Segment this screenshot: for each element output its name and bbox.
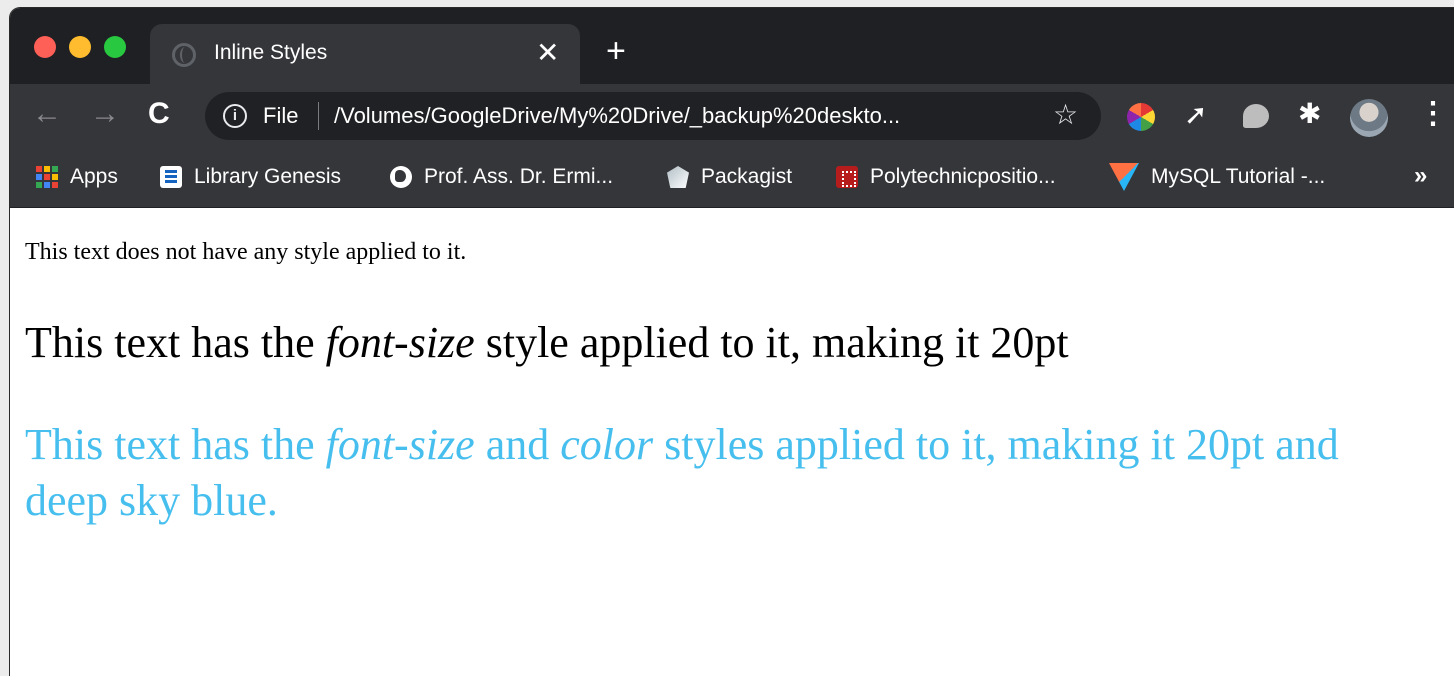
avatar[interactable]: [1350, 99, 1388, 137]
bookmark-label: Apps: [70, 165, 118, 188]
menu-icon[interactable]: ⋮: [1418, 96, 1448, 132]
polytechnic-icon: [836, 166, 858, 188]
colored-text-line-1: This text has the font-size and color st…: [25, 420, 1339, 469]
globe-icon: [172, 43, 196, 67]
mysql-icon: [1109, 163, 1139, 191]
bookmark-label: Prof. Ass. Dr. Ermi...: [424, 165, 614, 188]
packagist-icon: [667, 166, 689, 188]
cursor-icon[interactable]: ➚: [1184, 100, 1212, 130]
bookmark-prof-ermi[interactable]: Prof. Ass. Dr. Ermi...: [390, 162, 613, 192]
address-divider: [318, 102, 319, 130]
library-icon: [160, 166, 182, 188]
tab-inline-styles[interactable]: Inline Styles ✕: [150, 24, 580, 84]
info-icon[interactable]: i: [223, 104, 247, 128]
bookmark-label: Polytechnicpositio...: [870, 165, 1056, 188]
bookmark-polytechnic[interactable]: Polytechnicpositio...: [836, 162, 1056, 192]
bookmark-library-genesis[interactable]: Library Genesis: [160, 162, 341, 192]
more-bookmarks-button[interactable]: »: [1414, 162, 1427, 190]
browser-toolbar: ← → C i File /Volumes/GoogleDrive/My%20D…: [10, 84, 1454, 148]
globe-icon: [390, 166, 412, 188]
colored-text: This text has the font-size and color st…: [25, 417, 1454, 529]
close-window-button[interactable]: [34, 36, 56, 58]
close-icon[interactable]: ✕: [536, 38, 559, 68]
bookmark-label: MySQL Tutorial -...: [1151, 165, 1326, 188]
url-text[interactable]: /Volumes/GoogleDrive/My%20Drive/_backup%…: [334, 103, 900, 129]
page-content: This text does not have any style applie…: [10, 209, 1454, 676]
bookmark-mysql-tutorial[interactable]: MySQL Tutorial -...: [1109, 162, 1325, 192]
font-size-emphasis: font-size: [325, 420, 475, 469]
bookmark-apps[interactable]: Apps: [36, 162, 118, 192]
apps-grid-icon: [36, 166, 58, 188]
address-bar[interactable]: i File /Volumes/GoogleDrive/My%20Drive/_…: [205, 92, 1101, 140]
back-button[interactable]: ←: [32, 98, 62, 130]
color-emphasis: color: [560, 420, 654, 469]
bubble-icon[interactable]: [1243, 104, 1269, 128]
new-tab-button[interactable]: +: [606, 34, 626, 68]
bookmark-packagist[interactable]: Packagist: [667, 162, 792, 192]
bookmark-label: Packagist: [701, 165, 793, 188]
reload-button[interactable]: C: [148, 98, 170, 130]
plain-text: This text does not have any style applie…: [25, 239, 467, 265]
scheme-label: File: [263, 103, 299, 128]
bookmark-star-icon[interactable]: ☆: [1053, 99, 1078, 131]
zoom-window-button[interactable]: [104, 36, 126, 58]
tab-strip: Inline Styles ✕ +: [10, 8, 1454, 84]
puzzle-icon[interactable]: ✱: [1298, 99, 1326, 129]
tab-title: Inline Styles: [214, 41, 328, 64]
bookmark-label: Library Genesis: [194, 165, 342, 188]
font-size-emphasis: font-size: [325, 318, 475, 367]
colored-text-line-2: deep sky blue.: [25, 476, 278, 525]
bookmarks-bar: Apps Library Genesis Prof. Ass. Dr. Ermi…: [10, 148, 1454, 208]
browser-window: Inline Styles ✕ + ← → C i File /Volumes/…: [10, 8, 1454, 676]
minimize-window-button[interactable]: [69, 36, 91, 58]
forward-button[interactable]: →: [90, 98, 120, 130]
color-wheel-icon[interactable]: [1127, 103, 1155, 131]
font-size-text: This text has the font-size style applie…: [25, 318, 1069, 367]
